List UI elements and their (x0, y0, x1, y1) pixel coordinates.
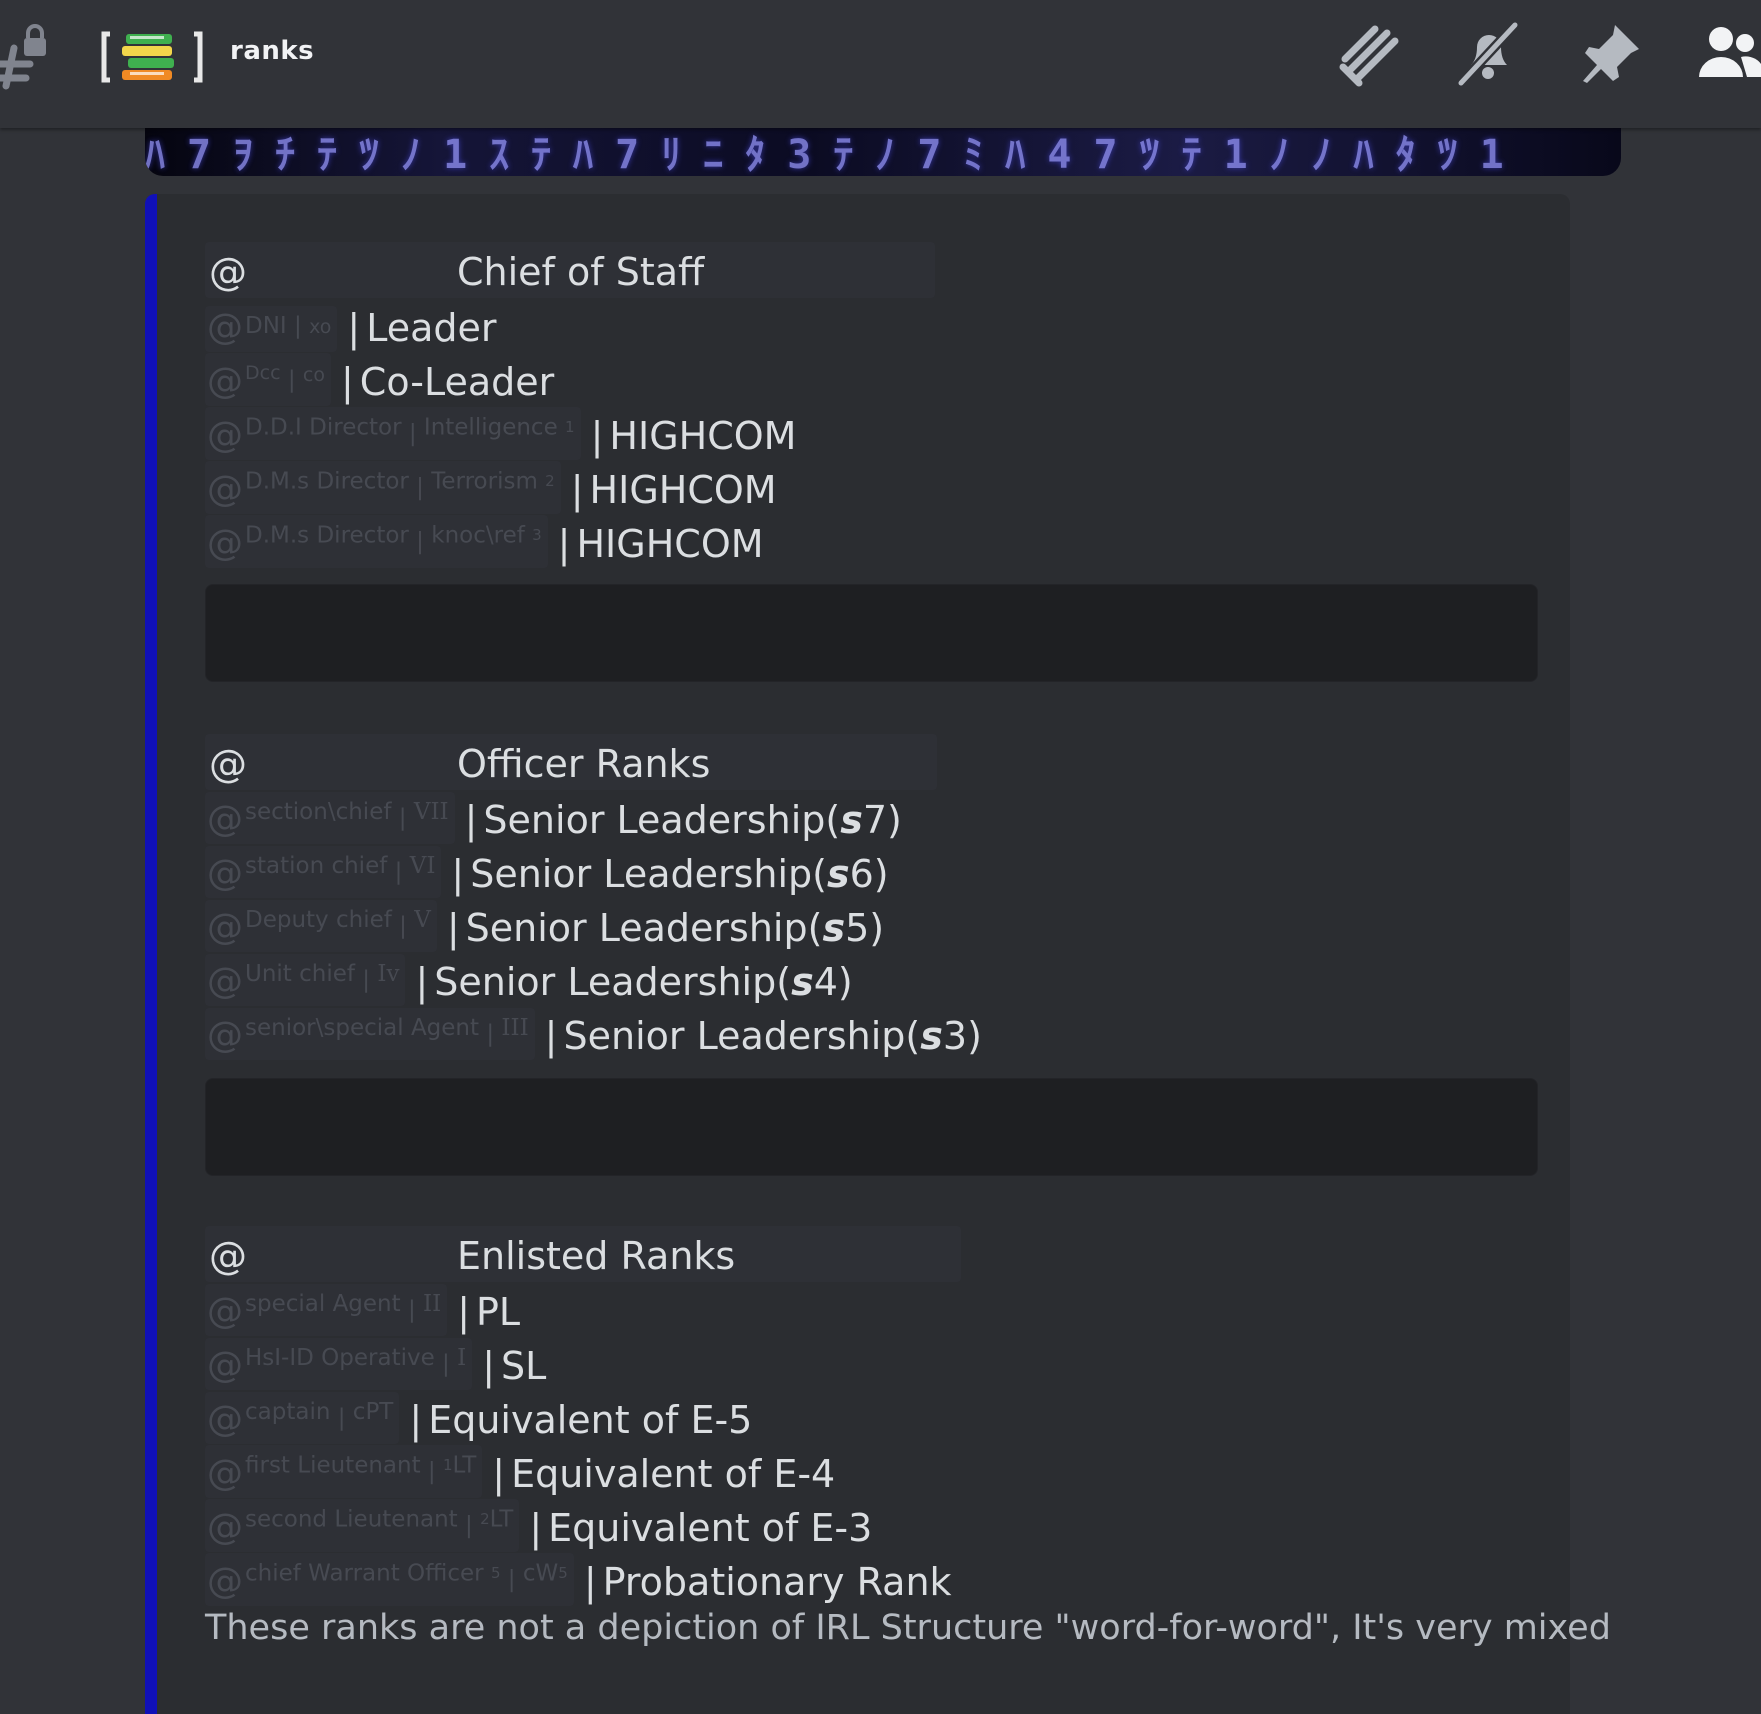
banner-glyphs: ﾊ7ｦﾁﾃﾂﾉ1ｽﾃﾊ7ﾘﾆﾀ3ﾃﾉ7ﾐﾊ47ﾂﾃ1ﾉﾉﾊﾀﾂ1 (145, 132, 1526, 176)
bell-muted-icon (1453, 19, 1523, 93)
rank-row: @section\chief | VII | Senior Leadership(… (205, 790, 902, 844)
rank-title: Equivalent of E-4 (511, 1452, 836, 1496)
role-mention[interactable]: @station chief | VI (205, 846, 442, 898)
channel-name: ranks (230, 36, 315, 66)
section-at: @ (209, 742, 247, 786)
rank-title: HIGHCOM (589, 468, 777, 512)
role-mention[interactable]: @second Lieutenant | 2LT (205, 1499, 520, 1552)
role-mention[interactable]: @special Agent | II (205, 1284, 448, 1336)
rank-row: @HsI-ID Operative | I | SL (205, 1336, 546, 1390)
section-at: @ (209, 250, 247, 294)
section-title: Chief of Staff (457, 250, 705, 294)
rank-row: @D.M.s Director | Terrorism 2 | HIGHCOM (205, 460, 777, 514)
rank-row: @first Lieutenant | 1LT | Equivalent of E… (205, 1444, 835, 1498)
rank-title: Senior Leadership(s6) (470, 852, 889, 896)
role-mention[interactable]: @senior\special Agent | III (205, 1008, 535, 1060)
role-mention[interactable]: @Deputy chief | V (205, 900, 437, 952)
rank-row: @Unit chief | Iv | Senior Leadership(s4) (205, 952, 853, 1006)
rank-row: @second Lieutenant | 2LT | Equivalent of … (205, 1498, 872, 1552)
member-list-button[interactable] (1690, 18, 1761, 94)
rank-row: @senior\special Agent | III | Senior Lead… (205, 1006, 982, 1060)
rank-title: PL (476, 1290, 521, 1334)
rank-row: @D.D.I Director | Intelligence 1 | HIGHCO… (205, 406, 796, 460)
notification-settings-button[interactable] (1450, 18, 1526, 94)
code-block (205, 1078, 1538, 1176)
rank-row: @Deputy chief | V | Senior Leadership(s5) (205, 898, 884, 952)
role-mention[interactable]: @ Dcc | co (205, 353, 331, 406)
rank-title: HIGHCOM (609, 414, 797, 458)
section-at: @ (209, 1234, 247, 1278)
rank-row: @special Agent | II | PL (205, 1282, 520, 1336)
role-mention[interactable]: @D.M.s Director | Terrorism 2 (205, 461, 561, 514)
rank-title: Senior Leadership(s4) (434, 960, 853, 1004)
rank-title: Senior Leadership(s7) (483, 798, 902, 842)
rank-row: @ Dcc | co | Co-Leader (205, 352, 554, 406)
threads-icon (1333, 19, 1403, 93)
section-header-enlisted-ranks: @ Enlisted Ranks (205, 1226, 961, 1282)
locked-text-channel-icon (0, 20, 52, 90)
role-mention[interactable]: @Unit chief | Iv (205, 954, 406, 1006)
rank-row: @DNI | xo | Leader (205, 306, 497, 352)
rank-title: Equivalent of E-5 (428, 1398, 753, 1442)
role-mention[interactable]: @HsI-ID Operative | I (205, 1338, 473, 1390)
role-mention[interactable]: @D.D.I Director | Intelligence 1 (205, 407, 581, 460)
role-mention[interactable]: @captain | cPT (205, 1392, 400, 1444)
rank-title: Leader (366, 306, 497, 350)
rank-title: Senior Leadership(s5) (465, 906, 885, 950)
banner-image: ﾊ7ｦﾁﾃﾂﾉ1ｽﾃﾊ7ﾘﾆﾀ3ﾃﾉ7ﾐﾊ47ﾂﾃ1ﾉﾉﾊﾀﾂ1 (145, 120, 1621, 176)
code-block (205, 584, 1538, 682)
rank-row: @chief Warrant Officer 5 | cW5 | Probatio… (205, 1552, 952, 1606)
rank-row: @captain | cPT | Equivalent of E-5 (205, 1390, 752, 1444)
pin-icon (1575, 19, 1645, 93)
section-header-chief-of-staff: @ Chief of Staff (205, 242, 935, 298)
rank-title: Co-Leader (359, 360, 555, 404)
rank-title: Senior Leadership(s3) (563, 1014, 982, 1058)
disclaimer-text: These ranks are not a depiction of IRL S… (205, 1608, 1611, 1648)
rank-title: SL (501, 1344, 547, 1388)
pinned-messages-button[interactable] (1572, 18, 1648, 94)
role-mention[interactable]: @DNI | xo (205, 306, 338, 352)
section-title: Enlisted Ranks (457, 1234, 736, 1278)
section-header-officer-ranks: @ Officer Ranks (205, 734, 937, 790)
threads-button[interactable] (1330, 18, 1406, 94)
rank-title: HIGHCOM (576, 522, 764, 566)
rank-title: Probationary Rank (602, 1560, 952, 1604)
role-mention[interactable]: @chief Warrant Officer 5 | cW5 (205, 1553, 574, 1606)
role-mention[interactable]: @section\chief | VII (205, 792, 455, 844)
rank-row: @station chief | VI | Senior Leadership(s… (205, 844, 889, 898)
rank-row: @D.M.s Director | knoc\ref 3 | HIGHCOM (205, 514, 764, 568)
section-title: Officer Ranks (457, 742, 711, 786)
role-mention[interactable]: @D.M.s Director | knoc\ref 3 (205, 515, 548, 568)
members-icon (1693, 19, 1761, 93)
ranks-embed: @ Chief of Staff @DNI | xo | Leader @ Dcc … (145, 194, 1611, 1714)
channel-header: ranks (0, 0, 1761, 128)
rank-title: Equivalent of E-3 (548, 1506, 873, 1550)
role-mention[interactable]: @first Lieutenant | 1LT (205, 1445, 483, 1498)
books-emoji-icon (100, 30, 204, 84)
